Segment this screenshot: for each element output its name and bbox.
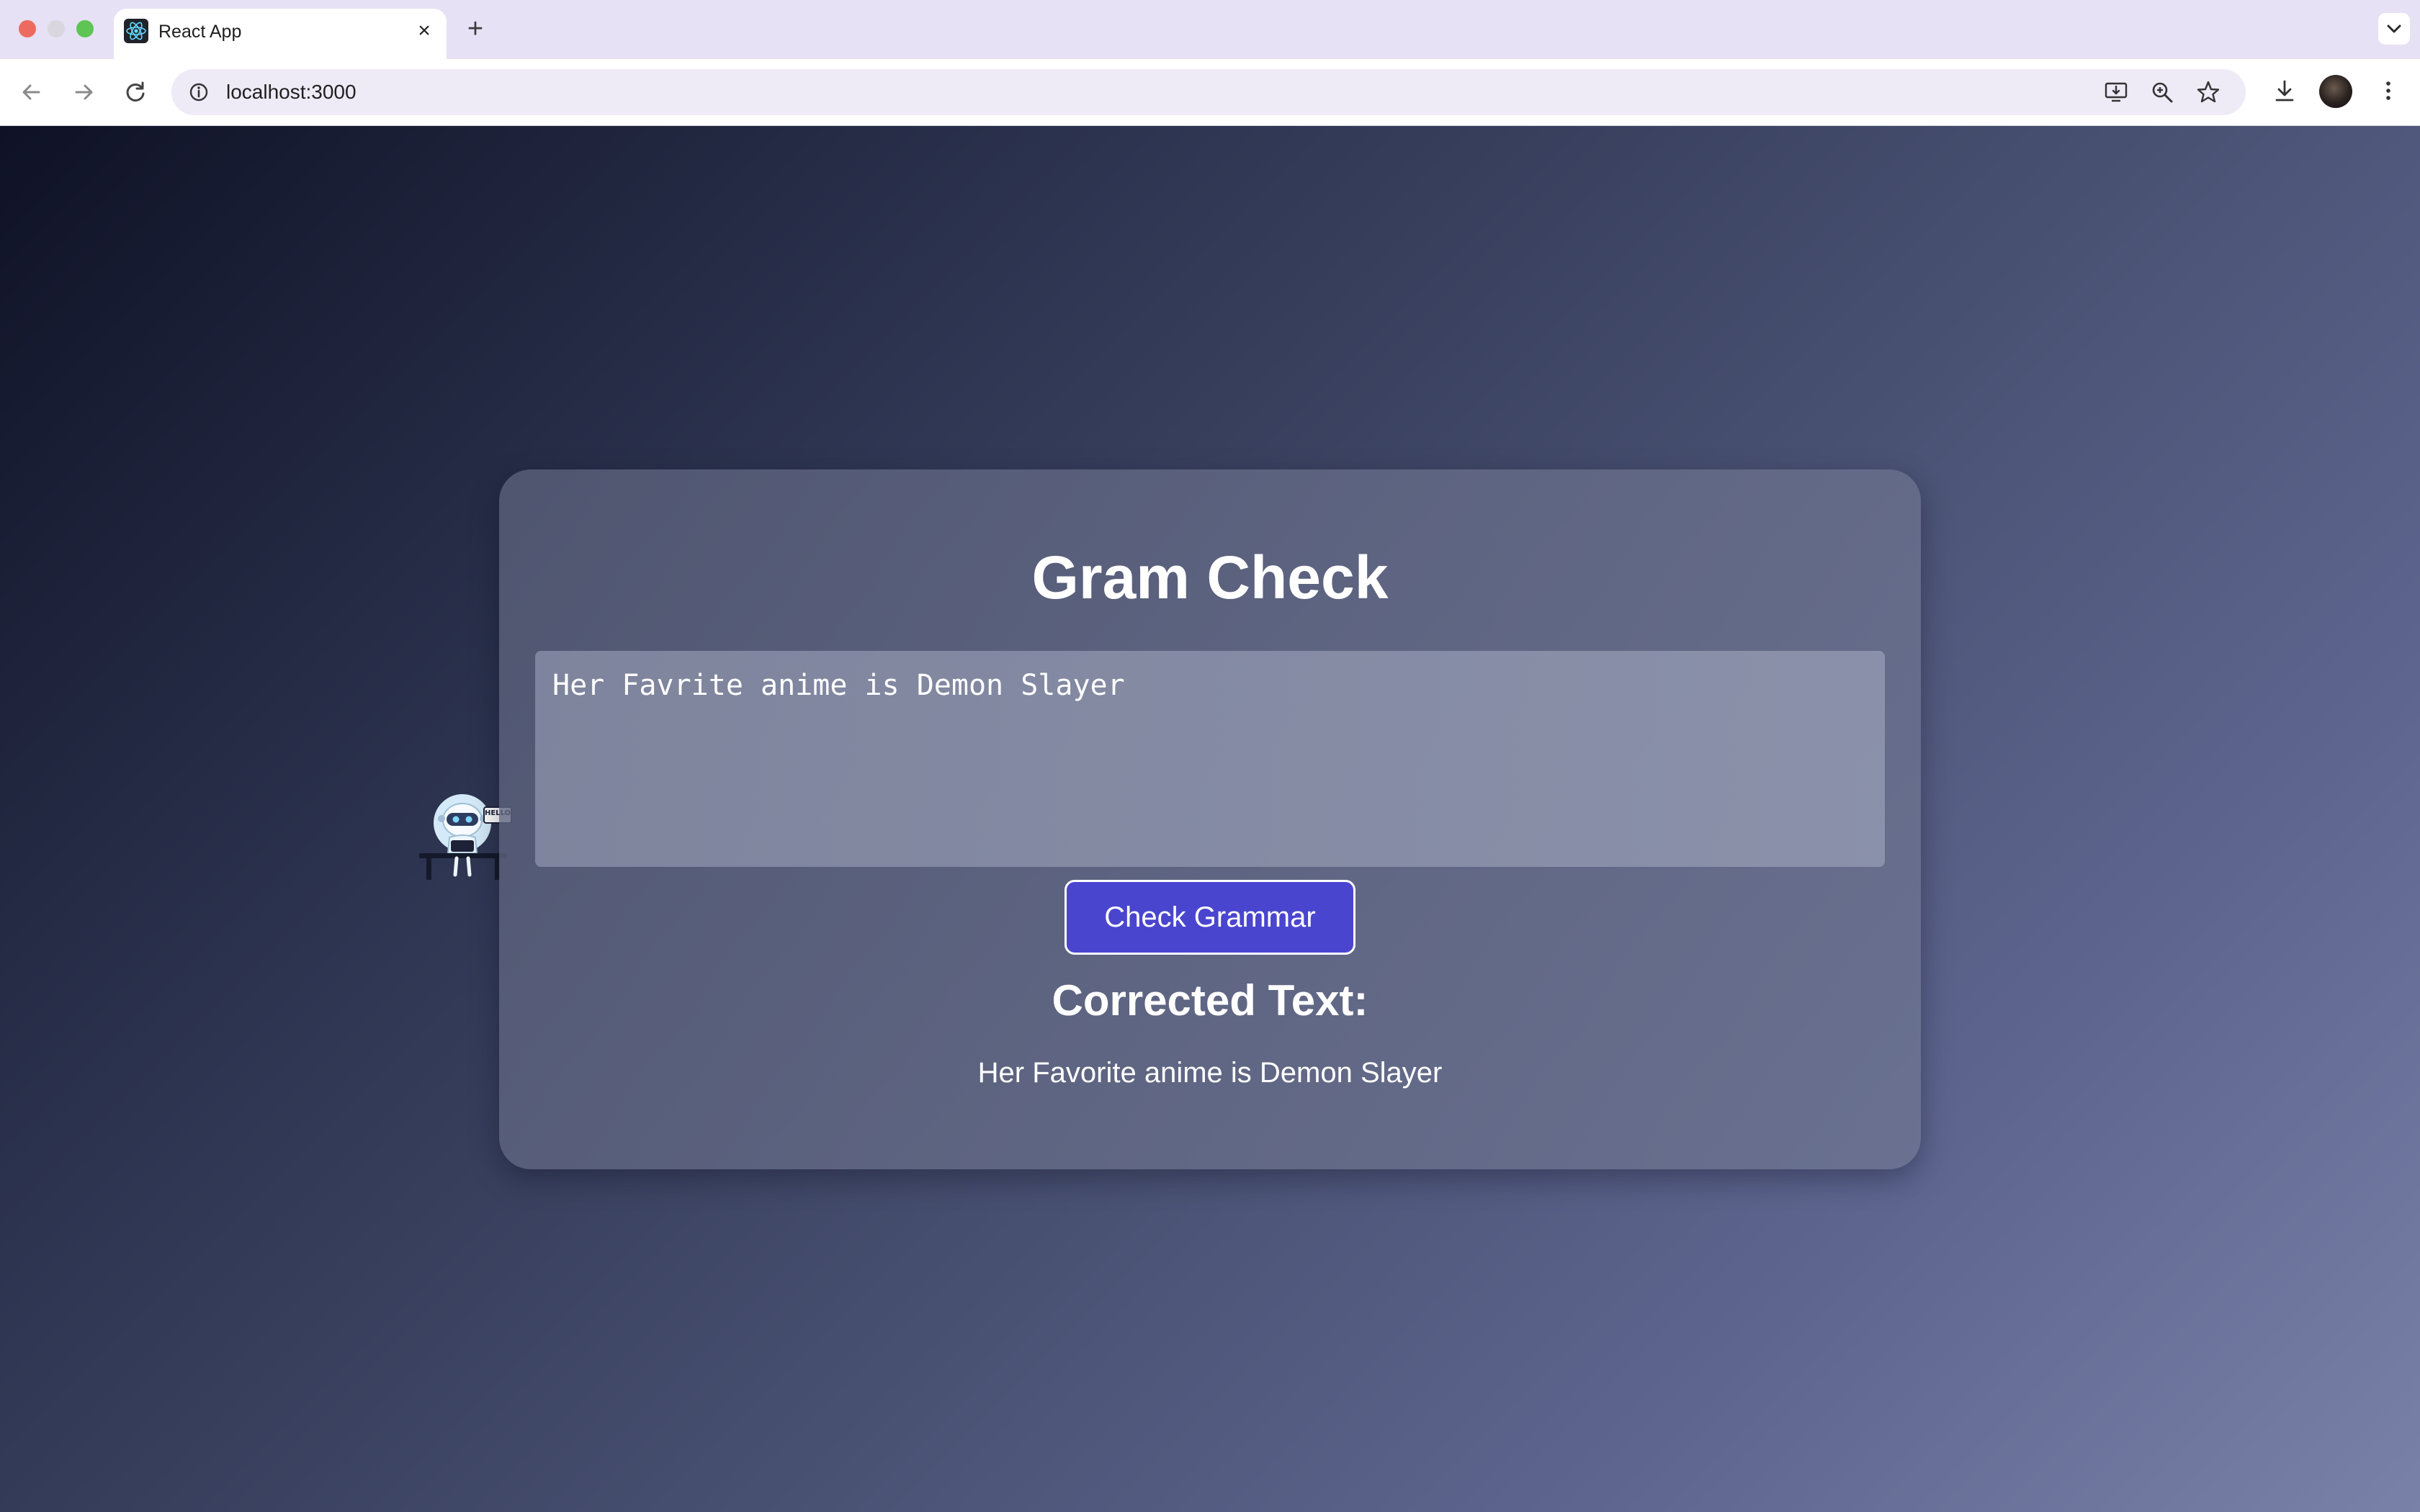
profile-avatar[interactable]	[2319, 75, 2352, 108]
maximize-window-button[interactable]	[76, 20, 94, 37]
install-app-icon[interactable]	[2103, 79, 2129, 105]
reload-icon	[120, 76, 151, 108]
tab-react-app[interactable]: React App ×	[114, 9, 447, 59]
tab-strip: React App × +	[0, 0, 2420, 59]
bookmark-star-icon[interactable]	[2195, 79, 2221, 105]
browser-toolbar: localhost:3000	[0, 59, 2420, 126]
reload-button[interactable]	[120, 76, 151, 108]
text-input[interactable]: Her Favrite anime is Demon Slayer	[535, 651, 1885, 867]
kebab-menu-icon[interactable]	[2375, 78, 2401, 104]
page-title: Gram Check	[1031, 544, 1389, 611]
site-info-icon[interactable]	[187, 81, 210, 104]
forward-button[interactable]	[68, 76, 99, 108]
url-text: localhost:3000	[226, 81, 357, 103]
corrected-text-output: Her Favorite anime is Demon Slayer	[977, 1057, 1443, 1089]
grammar-card: Gram Check Her Favrite anime is Demon Sl…	[499, 469, 1921, 1169]
back-button[interactable]	[16, 76, 48, 108]
check-grammar-button[interactable]: Check Grammar	[1065, 880, 1355, 955]
address-bar[interactable]: localhost:3000	[171, 69, 2246, 115]
forward-arrow-icon	[68, 76, 99, 108]
corrected-text-heading: Corrected Text:	[1052, 976, 1368, 1025]
close-window-button[interactable]	[19, 20, 36, 37]
tab-search-button[interactable]	[2378, 13, 2410, 45]
back-arrow-icon	[16, 76, 48, 108]
zoom-icon[interactable]	[2149, 79, 2175, 105]
react-icon	[124, 19, 148, 43]
new-tab-button[interactable]: +	[461, 14, 490, 43]
download-icon[interactable]	[2272, 78, 2298, 104]
page-background: HELLO Gram Check Her Favrite anime is De…	[0, 126, 2420, 1512]
minimize-window-button[interactable]	[48, 20, 65, 37]
tab-close-button[interactable]: ×	[412, 19, 436, 43]
chevron-down-icon	[2378, 13, 2410, 45]
tab-title: React App	[158, 22, 242, 42]
